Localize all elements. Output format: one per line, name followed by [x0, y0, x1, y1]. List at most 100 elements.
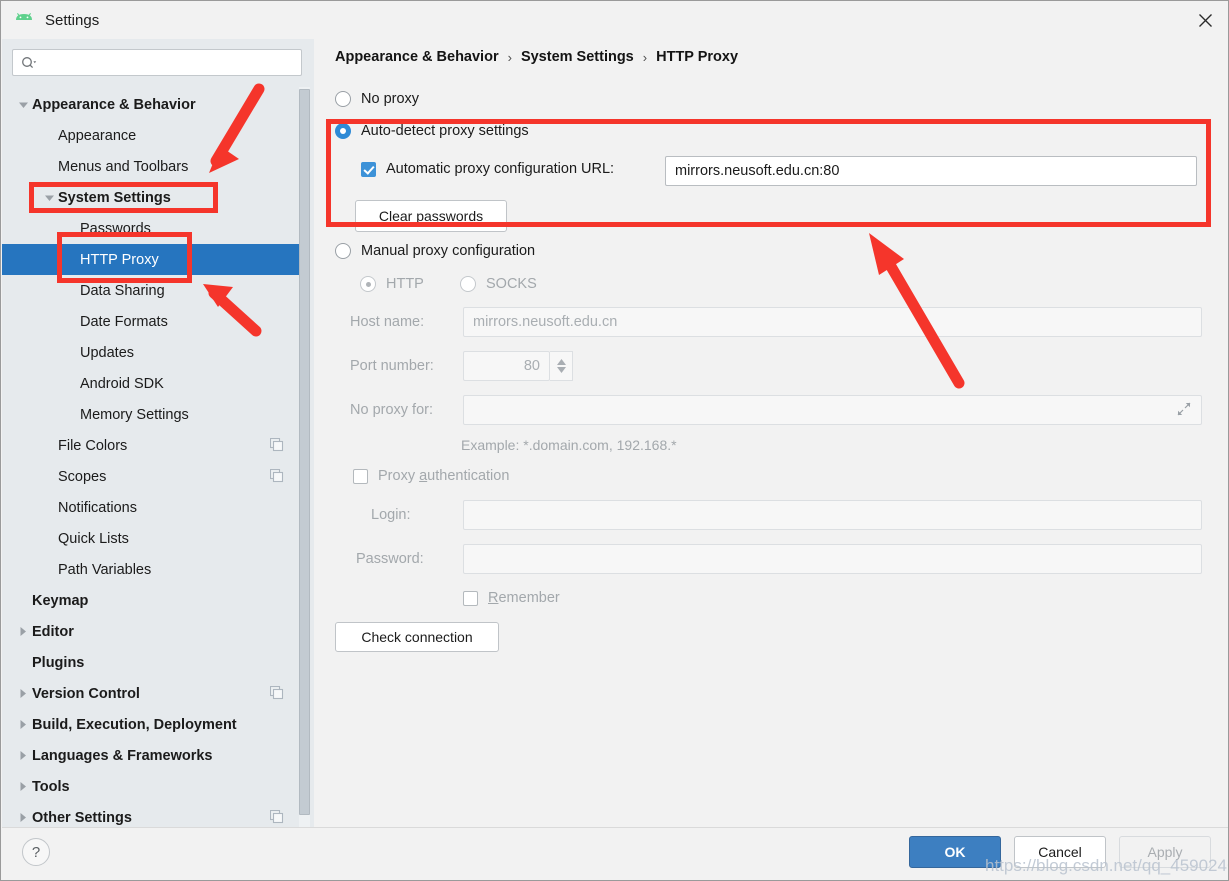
copy-settings-icon[interactable]	[269, 437, 284, 452]
sidebar-item-other-settings[interactable]: Other Settings	[2, 802, 302, 829]
search-box[interactable]	[12, 49, 302, 76]
password-input[interactable]	[463, 544, 1202, 574]
checkbox-proxy-authentication[interactable]: Proxy authentication	[353, 468, 509, 484]
sidebar-item-date-formats[interactable]: Date Formats	[2, 306, 302, 337]
chevron-right-icon[interactable]	[14, 709, 32, 740]
sidebar-item-memory-settings[interactable]: Memory Settings	[2, 399, 302, 430]
sidebar-item-editor[interactable]: Editor	[2, 616, 302, 647]
checkbox-proxy-authentication-indicator	[353, 468, 368, 484]
breadcrumb-part-appearance[interactable]: Appearance & Behavior	[335, 49, 499, 65]
host-name-input[interactable]: mirrors.neusoft.edu.cn	[463, 307, 1202, 337]
checkbox-proxy-authentication-label: Proxy authentication	[378, 468, 510, 484]
sidebar-item-notifications[interactable]: Notifications	[2, 492, 302, 523]
radio-socks-label: SOCKS	[486, 276, 537, 292]
android-icon	[13, 9, 35, 31]
radio-no-proxy-indicator	[335, 91, 351, 107]
sidebar-item-label: Updates	[80, 344, 135, 361]
radio-socks-indicator	[460, 276, 476, 292]
radio-manual-proxy-indicator	[335, 243, 351, 259]
sidebar-item-android-sdk[interactable]: Android SDK	[2, 368, 302, 399]
copy-settings-icon[interactable]	[269, 809, 284, 824]
chevron-right-icon[interactable]	[14, 740, 32, 771]
cancel-button[interactable]: Cancel	[1014, 836, 1106, 868]
copy-settings-icon[interactable]	[269, 468, 284, 483]
sidebar-item-languages-frameworks[interactable]: Languages & Frameworks	[2, 740, 302, 771]
close-icon[interactable]	[1182, 1, 1228, 39]
ok-button[interactable]: OK	[909, 836, 1001, 868]
copy-settings-icon[interactable]	[269, 685, 284, 700]
sidebar-item-menus-and-toolbars[interactable]: Menus and Toolbars	[2, 151, 302, 182]
port-number-input[interactable]: 80	[463, 351, 550, 381]
radio-no-proxy[interactable]: No proxy	[335, 91, 419, 107]
login-input[interactable]	[463, 500, 1202, 530]
chevron-right-icon[interactable]	[14, 678, 32, 709]
sidebar-item-label: Date Formats	[80, 313, 168, 330]
radio-auto-detect-proxy[interactable]: Auto-detect proxy settings	[335, 123, 529, 139]
auto-config-url-input[interactable]: mirrors.neusoft.edu.cn:80	[665, 156, 1197, 186]
radio-manual-proxy[interactable]: Manual proxy configuration	[335, 243, 535, 259]
sidebar-item-passwords[interactable]: Passwords	[2, 213, 302, 244]
radio-auto-detect-indicator	[335, 123, 351, 139]
sidebar-item-label: Memory Settings	[80, 406, 189, 423]
help-button[interactable]: ?	[22, 838, 50, 866]
checkbox-auto-config-url-indicator	[361, 161, 376, 177]
host-name-label: Host name:	[350, 314, 425, 330]
sidebar-item-updates[interactable]: Updates	[2, 337, 302, 368]
chevron-right-icon[interactable]	[14, 771, 32, 802]
chevron-right-icon[interactable]	[14, 802, 32, 829]
checkbox-remember-indicator	[463, 590, 478, 606]
sidebar-item-version-control[interactable]: Version Control	[2, 678, 302, 709]
sidebar-item-data-sharing[interactable]: Data Sharing	[2, 275, 302, 306]
sidebar-item-tools[interactable]: Tools	[2, 771, 302, 802]
sidebar-item-appearance-behavior[interactable]: Appearance & Behavior	[2, 89, 302, 120]
sidebar-scrollbar-thumb[interactable]	[299, 89, 310, 815]
sidebar-item-plugins[interactable]: Plugins	[2, 647, 302, 678]
breadcrumb-part-system-settings[interactable]: System Settings	[521, 49, 634, 65]
chevron-right-icon[interactable]	[14, 616, 32, 647]
checkbox-remember[interactable]: Remember	[463, 590, 560, 606]
sidebar-item-scopes[interactable]: Scopes	[2, 461, 302, 492]
checkbox-auto-config-url[interactable]: Automatic proxy configuration URL:	[361, 161, 614, 177]
breadcrumb-part-http-proxy: HTTP Proxy	[656, 49, 739, 65]
sidebar-item-http-proxy[interactable]: HTTP Proxy	[2, 244, 302, 275]
radio-socks[interactable]: SOCKS	[460, 276, 537, 292]
sidebar-item-keymap[interactable]: Keymap	[2, 585, 302, 616]
radio-manual-proxy-label: Manual proxy configuration	[361, 243, 536, 259]
sidebar-item-path-variables[interactable]: Path Variables	[2, 554, 302, 585]
check-connection-button[interactable]: Check connection	[335, 622, 499, 652]
sidebar-item-label: Keymap	[32, 592, 89, 609]
port-number-stepper[interactable]	[550, 351, 573, 381]
chevron-down-icon[interactable]	[14, 89, 32, 120]
no-proxy-for-input[interactable]	[463, 395, 1202, 425]
title-bar: Settings	[1, 1, 1228, 39]
sidebar-item-system-settings[interactable]: System Settings	[2, 182, 302, 213]
sidebar-item-label: Appearance	[58, 127, 137, 144]
sidebar-item-quick-lists[interactable]: Quick Lists	[2, 523, 302, 554]
sidebar-item-build-execution-deployment[interactable]: Build, Execution, Deployment	[2, 709, 302, 740]
sidebar-item-appearance[interactable]: Appearance	[2, 120, 302, 151]
sidebar-item-label: HTTP Proxy	[80, 251, 159, 268]
chevron-down-icon	[556, 367, 566, 373]
sidebar-item-label: Appearance & Behavior	[32, 96, 196, 113]
search-input[interactable]	[41, 54, 281, 71]
sidebar-item-label: Path Variables	[58, 561, 152, 578]
sidebar-item-label: Tools	[32, 778, 70, 795]
clear-passwords-button[interactable]: Clear passwords	[355, 200, 507, 232]
expand-icon[interactable]	[1176, 401, 1192, 422]
radio-http[interactable]: HTTP	[360, 276, 424, 292]
password-label: Password:	[356, 551, 424, 567]
chevron-up-icon	[556, 359, 566, 365]
chevron-down-icon[interactable]	[40, 182, 58, 213]
sidebar-item-label: Plugins	[32, 654, 85, 671]
apply-button: Apply	[1119, 836, 1211, 868]
settings-dialog: Settings Appearance & Behavior Appearance…	[0, 0, 1229, 881]
settings-sidebar: Appearance & Behavior Appearance Menus and…	[2, 39, 314, 829]
sidebar-item-file-colors[interactable]: File Colors	[2, 430, 302, 461]
